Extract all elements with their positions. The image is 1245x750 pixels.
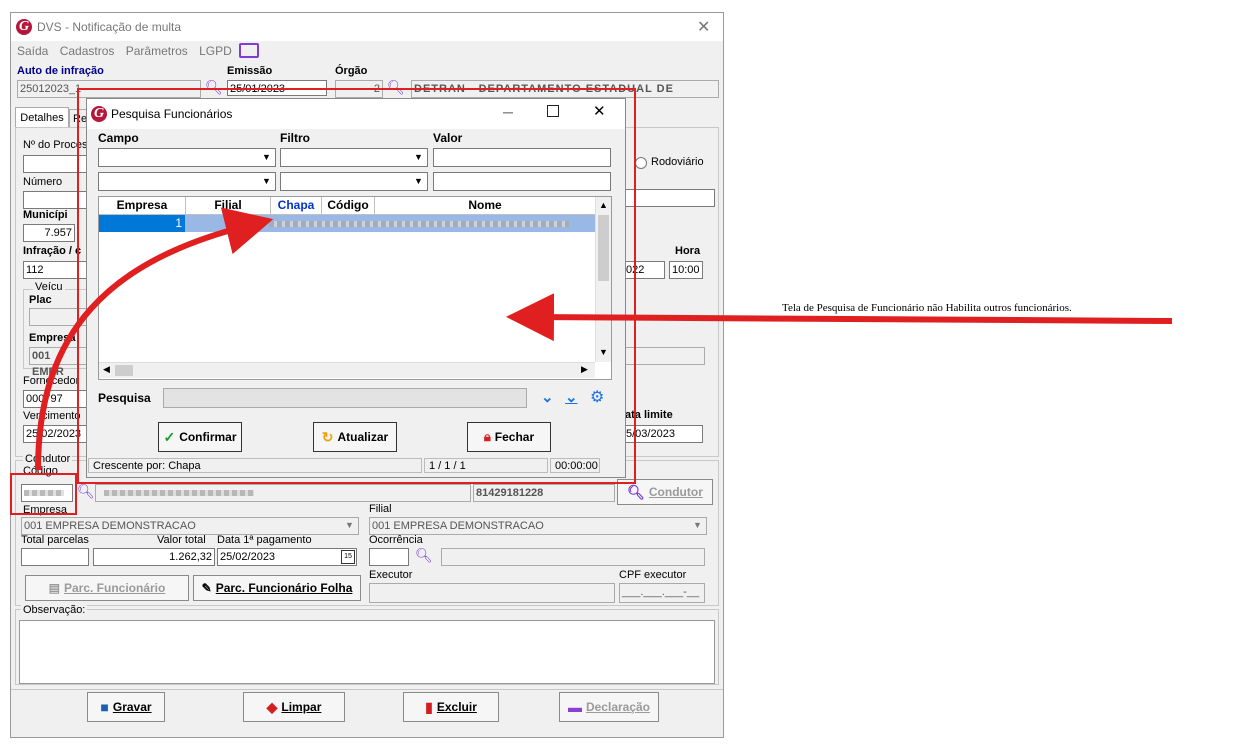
annotation-text: Tela de Pesquisa de Funcionário não Habi…: [782, 302, 1072, 314]
arrow-to-dialog: [506, 293, 1173, 342]
annotation-arrows: [35, 207, 1173, 471]
arrow-to-row: [35, 207, 274, 471]
